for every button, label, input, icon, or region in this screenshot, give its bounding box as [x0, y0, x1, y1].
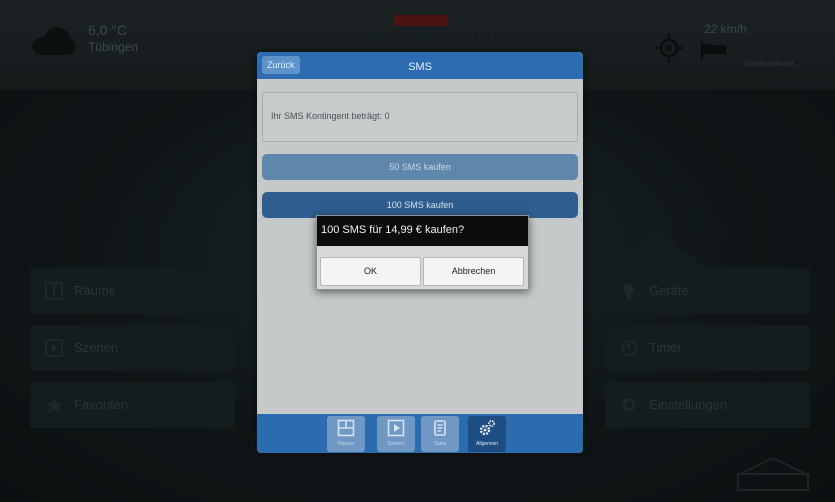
- tile-label: Einstellungen: [649, 397, 728, 412]
- nav-label: Szenen: [387, 441, 405, 447]
- modal-bottom-nav: Räume Szenen Tasks Allgemein: [257, 414, 583, 453]
- tile-devices[interactable]: Geräte: [605, 268, 810, 314]
- scenes-icon: [387, 419, 405, 437]
- app-root: 6,0 °C Tübingen brennenstuhl® 22 km/h No…: [0, 0, 835, 502]
- timer-icon: [621, 340, 637, 356]
- cloud-icon: [32, 27, 76, 55]
- tile-label: Timer: [649, 340, 682, 355]
- nav-tab-tasks[interactable]: Tasks: [421, 416, 459, 452]
- modal-header: SMS Zurück: [257, 52, 583, 79]
- gears-icon: [479, 420, 495, 436]
- modal-title: SMS: [408, 61, 432, 73]
- brand-house-logo: [735, 456, 811, 491]
- scenes-icon: [45, 339, 63, 357]
- nav-tab-scenes[interactable]: Szenen: [377, 416, 415, 452]
- tile-label: Räume: [74, 283, 116, 298]
- nav-label: Tasks: [433, 441, 447, 447]
- device-icon: [624, 284, 634, 299]
- dialog-message-bar: 100 SMS für 14,99 € kaufen?: [317, 216, 528, 246]
- tile-timer[interactable]: Timer: [605, 325, 810, 371]
- tile-settings[interactable]: Einstellungen: [605, 382, 810, 428]
- windsock-icon: [701, 42, 726, 60]
- tile-scenes[interactable]: Szenen: [30, 325, 235, 371]
- tile-label: Geräte: [649, 283, 689, 298]
- nav-tab-rooms[interactable]: Räume: [327, 416, 365, 452]
- tasks-icon: [434, 420, 446, 436]
- dialog-message: 100 SMS für 14,99 € kaufen?: [321, 224, 465, 236]
- brand-logo: brennenstuhl®: [368, 28, 505, 49]
- rooms-icon: [337, 419, 355, 437]
- rooms-icon: [45, 282, 63, 300]
- tile-label: Szenen: [74, 340, 119, 355]
- tile-rooms[interactable]: Räume: [30, 268, 235, 314]
- nav-tab-general[interactable]: Allgemein: [468, 416, 506, 452]
- location-target-icon[interactable]: [655, 34, 683, 62]
- cancel-button[interactable]: Abbrechen: [423, 257, 524, 286]
- buy-50-sms-button[interactable]: 50 SMS kaufen: [262, 154, 578, 180]
- weather-city: Tübingen: [88, 40, 139, 54]
- tile-favorites[interactable]: Favoriten: [30, 382, 235, 428]
- brand-bar: [394, 15, 448, 26]
- nav-label: Allgemein: [476, 441, 498, 447]
- nav-label: Räume: [337, 441, 355, 447]
- confirm-dialog: 100 SMS für 14,99 € kaufen? OK Abbrechen: [316, 215, 529, 290]
- sms-quota-box: Ihr SMS Kontingent beträgt: 0: [262, 92, 578, 142]
- back-button[interactable]: Zurück: [262, 56, 300, 74]
- gear-icon: [622, 398, 636, 412]
- weather-temperature: 6,0 °C: [88, 22, 128, 38]
- wind-speed: 22 km/h: [704, 22, 747, 36]
- sms-quota-text: Ihr SMS Kontingent beträgt: 0: [271, 111, 390, 121]
- star-icon: [46, 397, 62, 413]
- wind-direction: Nordnordwest: [744, 59, 794, 68]
- tile-label: Favoriten: [74, 397, 129, 412]
- ok-button[interactable]: OK: [320, 257, 421, 286]
